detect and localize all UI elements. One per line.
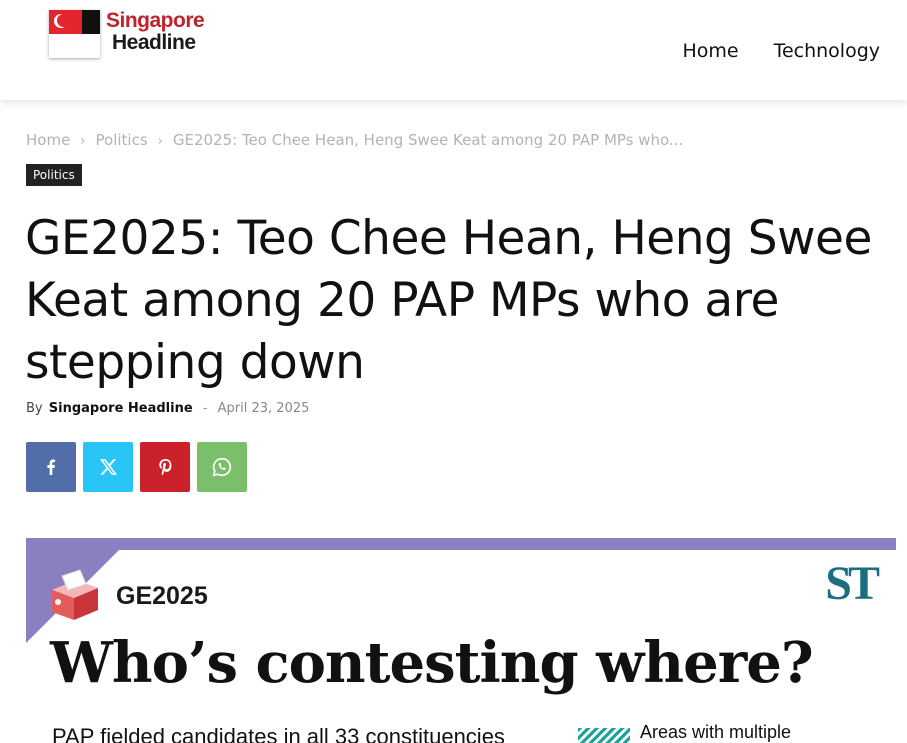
- breadcrumb-separator: ›: [157, 134, 163, 149]
- facebook-icon: [47, 459, 56, 475]
- publish-date: April 23, 2025: [217, 401, 310, 416]
- site-header: Singapore Headline Home Technology: [0, 0, 907, 100]
- graphic-top-bar: [26, 538, 896, 550]
- facebook-share-button[interactable]: [26, 442, 76, 492]
- site-logo[interactable]: Singapore Headline: [49, 9, 205, 58]
- x-icon: [99, 459, 117, 475]
- breadcrumb-current: GE2025: Teo Chee Hean, Heng Swee Keat am…: [172, 131, 684, 149]
- whatsapp-share-button[interactable]: [197, 442, 247, 492]
- st-logo: ST: [825, 557, 880, 610]
- legend-label: Areas with multiple: [640, 722, 792, 742]
- article-title: GE2025: Teo Chee Hean, Heng Swee Keat am…: [25, 211, 872, 390]
- article-byline: By Singapore Headline - April 23, 2025: [26, 401, 309, 416]
- whatsapp-icon: [212, 457, 232, 477]
- ballot-box-icon: [52, 569, 98, 620]
- pinterest-icon: [158, 459, 171, 475]
- graphic-headline: Who’s contesting where?: [50, 630, 814, 696]
- logo-line-1: Singapore: [106, 9, 205, 32]
- author-link[interactable]: Singapore Headline: [49, 401, 193, 416]
- pinterest-share-button[interactable]: [140, 442, 190, 492]
- legend-swatch: [578, 728, 630, 743]
- share-buttons: [26, 442, 247, 492]
- logo-line-2: Headline: [112, 31, 196, 54]
- main-nav: Home Technology: [682, 40, 880, 62]
- graphic-subtext: PAP fielded candidates in all 33 constit…: [52, 724, 505, 743]
- nav-item-technology[interactable]: Technology: [774, 40, 880, 62]
- graphic-tag: GE2025: [116, 582, 208, 610]
- byline-separator: -: [202, 401, 208, 416]
- singapore-flag-icon: [49, 10, 100, 58]
- breadcrumb: Home › Politics › GE2025: Teo Chee Hean, Hen…: [26, 131, 683, 149]
- category-badge[interactable]: Politics: [26, 164, 82, 186]
- breadcrumb-separator: ›: [80, 134, 86, 149]
- feature-graphic[interactable]: GE2025 ST Who’s contesting where? PAP fi…: [26, 538, 896, 743]
- logo-text: Singapore Headline: [106, 9, 205, 54]
- breadcrumb-home[interactable]: Home: [26, 131, 70, 149]
- nav-item-home[interactable]: Home: [682, 40, 738, 62]
- breadcrumb-politics[interactable]: Politics: [96, 131, 148, 149]
- x-share-button[interactable]: [83, 442, 133, 492]
- by-label: By: [26, 401, 43, 416]
